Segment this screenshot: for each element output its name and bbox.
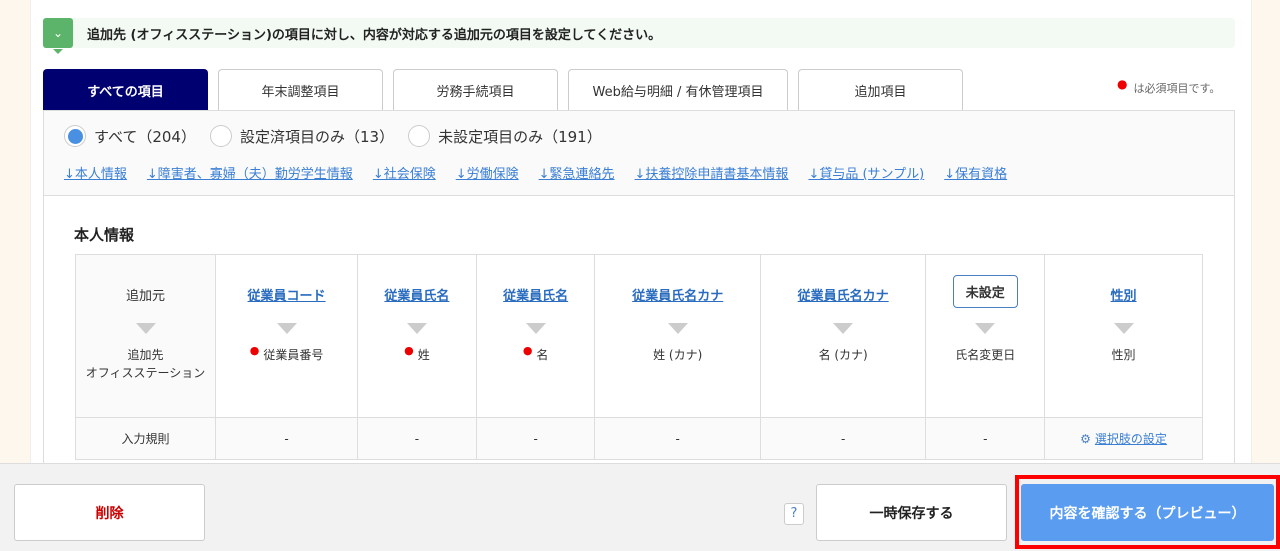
arrow-down-icon xyxy=(1113,323,1134,334)
radio-unconfigured[interactable]: 未設定項目のみ（191） xyxy=(408,125,602,147)
arrow-down-icon xyxy=(406,323,427,334)
choice-settings-link[interactable]: 選択肢の設定 xyxy=(1095,432,1167,446)
section-link[interactable]: ↓障害者、寡婦（夫）勤労学生情報 xyxy=(147,163,353,182)
required-note: ● は必須項目です。 xyxy=(1117,77,1221,95)
section-link[interactable]: ↓労働保険 xyxy=(456,163,519,182)
tab-year-end[interactable]: 年末調整項目 xyxy=(218,69,383,111)
unset-button[interactable]: 未設定 xyxy=(952,275,1018,308)
mapping-column: 従業員氏名 ● 姓 xyxy=(357,254,477,418)
rule-cell: - xyxy=(475,417,596,460)
section-link[interactable]: ↓本人情報 xyxy=(64,163,127,182)
rule-cell: - xyxy=(357,417,477,460)
mapping-column: 従業員氏名カナ姓 (カナ) xyxy=(594,254,761,418)
gear-icon: ⚙ xyxy=(1080,432,1091,446)
row-label-cell: 追加元 追加先 オフィスステーション xyxy=(75,254,216,418)
radio-configured[interactable]: 設定済項目のみ（13） xyxy=(209,125,394,147)
tab-bar: すべての項目 年末調整項目 労務手続項目 Web給与明細 / 有休管理項目 追加… xyxy=(43,69,973,111)
help-icon[interactable]: ? xyxy=(784,503,804,525)
arrow-down-icon xyxy=(833,323,854,334)
source-field-link[interactable]: 従業員氏名カナ xyxy=(632,289,723,304)
tab-additional[interactable]: 追加項目 xyxy=(798,69,963,111)
tab-labor[interactable]: 労務手続項目 xyxy=(393,69,558,111)
chevron-down-icon[interactable]: ⌄ xyxy=(43,18,73,54)
arrow-down-icon xyxy=(975,323,996,334)
dest-field: 姓 xyxy=(417,348,430,362)
filter-box: すべて（204） 設定済項目のみ（13） 未設定項目のみ（191） ↓本人情報 … xyxy=(43,110,1235,196)
mapping-column: 未設定 氏名変更日 xyxy=(925,254,1046,418)
tab-web-payslip[interactable]: Web給与明細 / 有休管理項目 xyxy=(568,69,788,111)
radio-unchecked-icon[interactable] xyxy=(209,125,232,147)
highlight-box xyxy=(1015,475,1280,549)
mapping-column: 従業員氏名カナ名 (カナ) xyxy=(759,254,927,418)
section-link[interactable]: ↓緊急連絡先 xyxy=(539,163,615,182)
radio-unchecked-icon[interactable] xyxy=(408,125,431,147)
arrow-down-icon xyxy=(276,323,297,334)
required-dot-icon: ● xyxy=(249,344,260,357)
section-link[interactable]: ↓社会保険 xyxy=(373,163,436,182)
required-dot-icon: ● xyxy=(1117,77,1128,91)
arrow-down-icon xyxy=(525,323,546,334)
dest-field: 名 (カナ) xyxy=(818,348,868,362)
source-field-link[interactable]: 従業員氏名 xyxy=(503,289,568,304)
dest-field: 氏名変更日 xyxy=(955,348,1016,362)
dest-field: 姓 (カナ) xyxy=(653,348,703,362)
section-link[interactable]: ↓貸与品 (サンプル) xyxy=(808,163,924,182)
section-links: ↓本人情報 ↓障害者、寡婦（夫）勤労学生情報 ↓社会保険 ↓労働保険 ↓緊急連絡… xyxy=(64,163,1027,182)
mapping-table: 追加元 追加先 オフィスステーション 従業員コード ● 従業員番号 従業員氏名 ● 姓従業… xyxy=(75,254,1203,460)
required-dot-icon: ● xyxy=(404,344,414,357)
rule-cell: - xyxy=(594,417,761,460)
rule-label: 入力規則 xyxy=(75,417,216,460)
source-field-link[interactable]: 性別 xyxy=(1111,289,1137,304)
section-link[interactable]: ↓保有資格 xyxy=(944,163,1007,182)
mapping-column: 性別 性別 xyxy=(1044,254,1203,418)
rule-cell: - xyxy=(214,417,359,460)
mapping-column: 従業員コード ● 従業員番号 xyxy=(214,254,359,418)
tab-all[interactable]: すべての項目 xyxy=(43,69,208,111)
source-field-link[interactable]: 従業員氏名カナ xyxy=(798,289,889,304)
source-field-link[interactable]: 従業員氏名 xyxy=(384,289,449,304)
delete-button[interactable]: 削除 xyxy=(14,484,205,541)
dest-field: 従業員番号 xyxy=(263,348,324,362)
section-title: 本人情報 xyxy=(74,226,135,244)
arrow-down-icon xyxy=(667,323,688,334)
source-field-link[interactable]: 従業員コード xyxy=(248,289,326,304)
instruction-notice: ⌄ 追加先 (オフィスステーション)の項目に対し、内容が対応する追加元の項目を設… xyxy=(43,18,1235,54)
rule-cell: - xyxy=(925,417,1046,460)
rule-cell: - xyxy=(759,417,927,460)
dest-field: 性別 xyxy=(1111,348,1136,362)
arrow-down-icon xyxy=(135,323,156,334)
radio-checked-icon[interactable] xyxy=(64,125,86,147)
rule-cell: ⚙ 選択肢の設定 xyxy=(1044,417,1203,460)
section-link[interactable]: ↓扶養控除申請書基本情報 xyxy=(635,163,789,182)
save-draft-button[interactable]: 一時保存する xyxy=(816,484,1007,541)
dest-field: 名 xyxy=(536,348,549,362)
mapping-column: 従業員氏名 ● 名 xyxy=(475,254,596,418)
radio-all[interactable]: すべて（204） xyxy=(64,125,196,147)
required-dot-icon: ● xyxy=(522,344,533,357)
